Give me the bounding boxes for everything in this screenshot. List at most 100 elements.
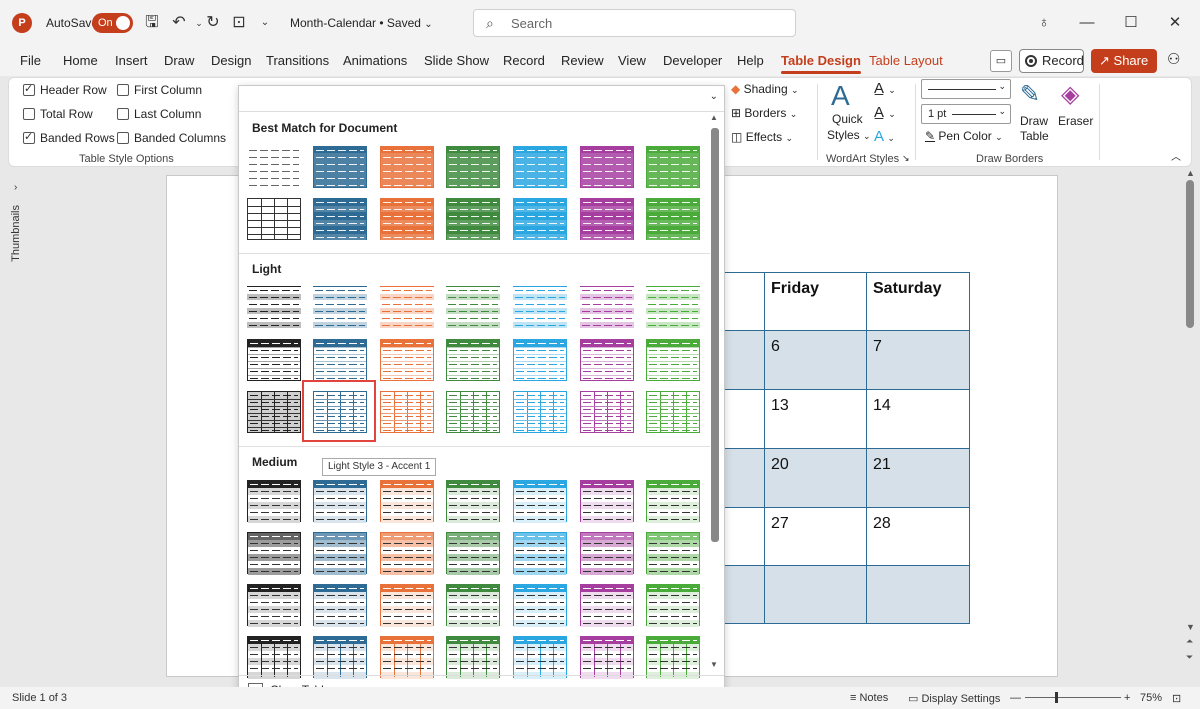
fit-to-window-icon[interactable]: ⊡ <box>1172 692 1181 705</box>
table-style-swatch[interactable] <box>513 584 567 627</box>
table-style-swatch[interactable] <box>446 636 500 679</box>
text-fill-icon[interactable]: A̲ ⌄ <box>874 80 896 97</box>
eraser-label[interactable]: Eraser <box>1058 114 1093 128</box>
collapse-ribbon-icon[interactable]: ︿ <box>1171 148 1181 163</box>
chevron-down-icon[interactable]: ⌄ <box>710 91 718 102</box>
vertical-scrollbar[interactable] <box>1186 180 1194 328</box>
calendar-cell[interactable]: 6 <box>764 330 867 390</box>
shading-button[interactable]: ◆ Shading ⌄ <box>731 82 799 96</box>
table-style-swatch[interactable] <box>646 391 700 433</box>
table-style-swatch[interactable] <box>646 532 700 575</box>
table-style-swatch[interactable] <box>313 636 367 679</box>
table-style-swatch[interactable] <box>313 339 367 381</box>
zoom-level[interactable]: 75% <box>1140 692 1162 704</box>
tab-table-layout[interactable]: Table Layout <box>869 53 943 68</box>
share-button[interactable]: ↗ Share ⌄ <box>1091 49 1157 91</box>
quick-styles-button[interactable]: Styles ⌄ <box>827 128 871 142</box>
scroll-up-icon[interactable]: ▲ <box>1186 168 1195 178</box>
calendar-cell[interactable]: 20 <box>764 448 867 508</box>
pen-weight-dropdown[interactable]: 1 pt ⌄ <box>921 104 1011 124</box>
lightbulb-icon[interactable]: ♁ <box>1031 10 1057 36</box>
total-row-checkbox[interactable]: Total Row <box>23 107 93 121</box>
table-style-swatch[interactable] <box>513 339 567 381</box>
table-style-swatch[interactable] <box>446 391 500 433</box>
table-style-swatch[interactable] <box>580 480 634 523</box>
document-title[interactable]: Month-Calendar • Saved ⌄ <box>290 16 433 30</box>
table-style-swatch[interactable] <box>580 286 634 328</box>
calendar-cell[interactable]: 13 <box>764 389 867 449</box>
eraser-icon[interactable]: ◈ <box>1061 80 1079 109</box>
pen-color-button[interactable]: ✎ Pen Color ⌄ <box>925 129 1003 143</box>
table-style-swatch[interactable] <box>446 339 500 381</box>
tab-table-design[interactable]: Table Design <box>781 53 861 74</box>
quick-styles-icon[interactable]: A <box>831 80 850 112</box>
tab-insert[interactable]: Insert <box>115 53 148 68</box>
tab-animations[interactable]: Animations <box>343 53 407 68</box>
gallery-scrollbar[interactable] <box>711 128 719 542</box>
table-style-swatch[interactable] <box>380 198 434 240</box>
table-style-swatch[interactable] <box>380 636 434 679</box>
first-column-checkbox[interactable]: First Column <box>117 83 202 97</box>
tab-design[interactable]: Design <box>211 53 251 68</box>
table-style-swatch[interactable] <box>646 480 700 523</box>
table-style-swatch[interactable] <box>380 339 434 381</box>
expand-thumbnails-icon[interactable]: › <box>14 182 17 193</box>
table-style-swatch[interactable] <box>446 198 500 240</box>
table-style-swatch[interactable] <box>580 636 634 679</box>
calendar-cell[interactable]: 28 <box>866 507 970 566</box>
table-style-swatch[interactable] <box>646 636 700 679</box>
tab-help[interactable]: Help <box>737 53 764 68</box>
table-style-swatch[interactable] <box>446 480 500 523</box>
draw-table-label-1[interactable]: Draw <box>1020 114 1048 128</box>
zoom-in-button[interactable]: + <box>1124 692 1130 704</box>
autosave-toggle[interactable]: On <box>92 13 133 33</box>
table-style-swatch[interactable] <box>446 532 500 575</box>
table-style-swatch[interactable] <box>313 532 367 575</box>
table-style-swatch[interactable] <box>313 146 367 188</box>
table-style-swatch[interactable] <box>247 146 301 188</box>
calendar-cell[interactable]: 14 <box>866 389 970 449</box>
table-style-swatch[interactable] <box>313 286 367 328</box>
zoom-slider[interactable] <box>1025 697 1121 698</box>
display-settings-button[interactable]: ▭ Display Settings <box>908 692 1000 705</box>
table-style-swatch[interactable] <box>646 584 700 627</box>
quick-styles-label-1[interactable]: Quick <box>832 112 863 126</box>
next-slide-icon[interactable]: ⏷ <box>1186 652 1193 663</box>
table-style-swatch[interactable] <box>513 480 567 523</box>
table-style-swatch[interactable] <box>247 286 301 328</box>
draw-table-label-2[interactable]: Table <box>1020 129 1049 143</box>
borders-button[interactable]: ⊞ Borders ⌄ <box>731 106 797 120</box>
last-column-checkbox[interactable]: Last Column <box>117 107 201 121</box>
table-style-swatch[interactable] <box>247 198 301 240</box>
comments-icon[interactable]: ▭ <box>990 50 1012 72</box>
table-style-swatch[interactable] <box>380 532 434 575</box>
close-button[interactable]: ✕ <box>1162 10 1188 36</box>
text-effects-icon[interactable]: A ⌄ <box>874 128 895 145</box>
pen-style-dropdown[interactable]: ⌄ <box>921 79 1011 99</box>
table-style-swatch[interactable] <box>313 198 367 240</box>
header-row-checkbox[interactable]: Header Row <box>23 82 107 97</box>
calendar-cell[interactable]: 7 <box>866 330 970 390</box>
tab-view[interactable]: View <box>618 53 646 68</box>
table-style-swatch[interactable] <box>247 532 301 575</box>
table-style-swatch[interactable] <box>247 636 301 679</box>
table-style-swatch[interactable] <box>580 198 634 240</box>
redo-icon[interactable]: ↻ <box>202 12 224 34</box>
table-style-swatch[interactable] <box>580 391 634 433</box>
effects-button[interactable]: ◫ Effects ⌄ <box>731 130 793 144</box>
table-style-swatch[interactable] <box>380 480 434 523</box>
dialog-launcher-icon[interactable]: ↘ <box>902 153 910 164</box>
table-style-swatch[interactable] <box>646 198 700 240</box>
table-style-swatch[interactable] <box>446 286 500 328</box>
table-style-swatch[interactable] <box>380 146 434 188</box>
table-style-swatch[interactable] <box>646 339 700 381</box>
table-style-swatch[interactable] <box>513 391 567 433</box>
calendar-cell[interactable]: 21 <box>866 448 970 508</box>
table-style-swatch[interactable] <box>580 146 634 188</box>
scroll-down-icon[interactable]: ▼ <box>1186 622 1195 632</box>
search-input[interactable]: ⌕ Search <box>473 9 796 37</box>
table-style-swatch[interactable] <box>313 584 367 627</box>
tab-home[interactable]: Home <box>63 53 98 68</box>
tab-record[interactable]: Record <box>503 53 545 68</box>
text-outline-icon[interactable]: A̲ ⌄ <box>874 104 896 121</box>
